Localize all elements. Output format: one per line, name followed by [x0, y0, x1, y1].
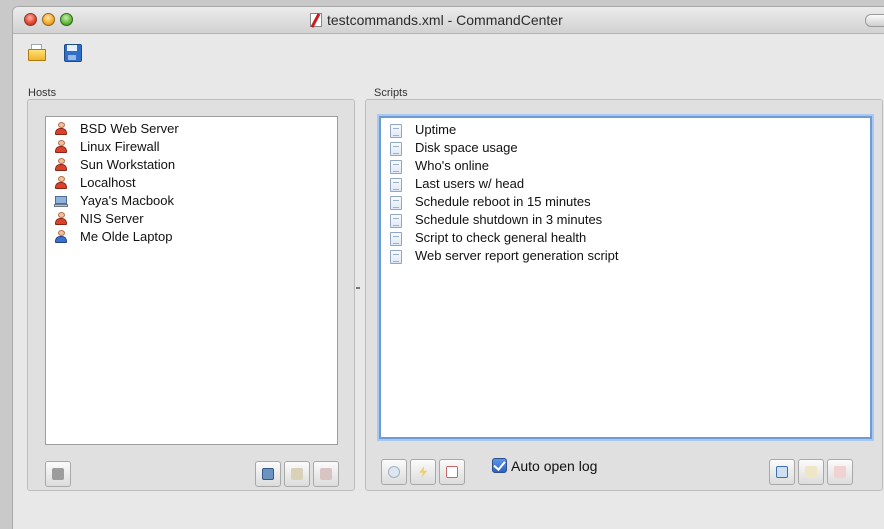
host-name: BSD Web Server: [80, 121, 179, 136]
host-name: Localhost: [80, 175, 136, 190]
remove-script-icon: [834, 466, 846, 478]
add-script-button[interactable]: [769, 459, 795, 485]
folder-shape: [28, 49, 46, 61]
open-document-icon[interactable]: [27, 43, 47, 63]
script-name: Disk space usage: [415, 140, 518, 155]
person-icon: [54, 122, 68, 136]
run-script-button[interactable]: [381, 459, 407, 485]
script-icon: [389, 249, 403, 264]
remove-script-button[interactable]: [827, 459, 853, 485]
disk-label-shape: [67, 45, 77, 51]
add-script-icon: [776, 466, 788, 478]
host-name: Sun Workstation: [80, 157, 176, 172]
host-name: NIS Server: [80, 211, 144, 226]
hosts-info-button[interactable]: [45, 461, 71, 487]
hosts-label: Hosts: [28, 87, 57, 99]
script-name: Uptime: [415, 122, 457, 137]
script-icon: [389, 159, 403, 174]
toolbar-toggle-button[interactable]: [865, 14, 884, 27]
run-icon: [388, 466, 400, 478]
auto-open-log-checkbox[interactable]: [492, 458, 507, 473]
script-name: Schedule shutdown in 3 minutes: [415, 212, 603, 227]
log-icon: [446, 466, 458, 478]
script-name: Schedule reboot in 15 minutes: [415, 194, 591, 209]
hosts-group: BSD Web Server Linux Firewall Sun Workst…: [27, 99, 355, 491]
script-icon: [389, 195, 403, 210]
window-title: testcommands.xml - CommandCenter: [327, 12, 563, 28]
title-bar[interactable]: testcommands.xml - CommandCenter: [13, 7, 884, 34]
scripts-label: Scripts: [374, 87, 408, 99]
person-icon: [54, 230, 68, 244]
auto-open-log-label[interactable]: Auto open log: [511, 458, 597, 474]
minimize-window-button[interactable]: [42, 13, 55, 26]
script-name: Who's online: [415, 158, 490, 173]
document-edited-icon: [310, 13, 322, 27]
remove-host-button[interactable]: [313, 461, 339, 487]
script-name: Script to check general health: [415, 230, 587, 245]
person-icon: [54, 176, 68, 190]
view-log-button[interactable]: [439, 459, 465, 485]
script-icon: [389, 213, 403, 228]
zoom-window-button[interactable]: [60, 13, 73, 26]
scripts-list[interactable]: Uptime Disk space usage Who's online Las…: [379, 116, 872, 439]
add-host-button[interactable]: [255, 461, 281, 487]
script-icon: [389, 123, 403, 138]
add-host-icon: [262, 468, 274, 480]
script-icon: [389, 177, 403, 192]
main-window: testcommands.xml - CommandCenter Hosts B…: [12, 6, 884, 529]
script-name: Web server report generation script: [415, 248, 619, 263]
edit-host-button[interactable]: [284, 461, 310, 487]
host-name: Me Olde Laptop: [80, 229, 173, 244]
laptop-icon: [54, 194, 68, 208]
remove-host-icon: [320, 468, 332, 480]
person-icon: [54, 212, 68, 226]
lightning-icon: [419, 466, 428, 478]
person-icon: [54, 158, 68, 172]
scripts-group: Uptime Disk space usage Who's online Las…: [365, 99, 883, 491]
edit-script-icon: [805, 466, 817, 478]
host-name: Linux Firewall: [80, 139, 160, 154]
run-all-button[interactable]: [410, 459, 436, 485]
host-name: Yaya's Macbook: [80, 193, 175, 208]
edit-script-button[interactable]: [798, 459, 824, 485]
checkmark-icon: [493, 458, 506, 471]
script-name: Last users w/ head: [415, 176, 525, 191]
script-icon: [389, 231, 403, 246]
split-view-divider[interactable]: [356, 287, 360, 289]
script-icon: [389, 141, 403, 156]
person-icon: [54, 140, 68, 154]
host-info-icon: [52, 468, 64, 480]
edit-host-icon: [291, 468, 303, 480]
save-icon[interactable]: [63, 43, 83, 63]
hosts-list[interactable]: BSD Web Server Linux Firewall Sun Workst…: [45, 116, 338, 445]
close-window-button[interactable]: [24, 13, 37, 26]
disk-shutter-shape: [68, 55, 76, 60]
